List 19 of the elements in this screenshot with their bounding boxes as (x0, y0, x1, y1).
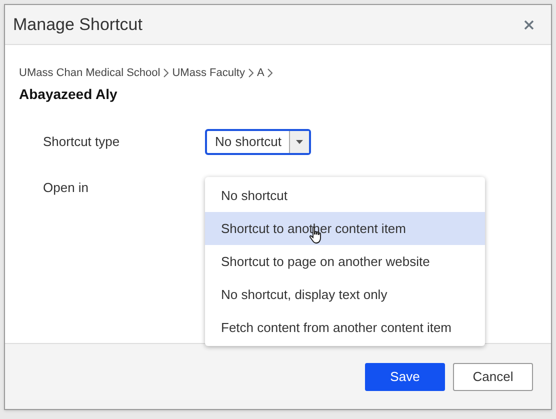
close-icon (524, 20, 534, 30)
dialog-title: Manage Shortcut (13, 14, 142, 36)
dropdown-option[interactable]: Fetch content from another content item (205, 311, 485, 344)
chevron-icon (163, 68, 170, 78)
item-title: Abayazeed Aly (19, 84, 118, 104)
dropdown-option[interactable]: No shortcut, display text only (205, 278, 485, 311)
breadcrumb-link[interactable]: UMass Chan Medical School (19, 65, 160, 82)
field-label: Shortcut type (43, 132, 121, 151)
field-label: Open in (43, 178, 90, 197)
breadcrumb-link[interactable]: UMass Faculty (172, 65, 245, 82)
breadcrumb-link[interactable]: A (256, 65, 264, 82)
save-button[interactable]: Save (365, 362, 445, 390)
caret-icon (296, 140, 304, 144)
dropdown-option[interactable]: No shortcut (205, 179, 485, 212)
chevron-icon (267, 68, 274, 78)
cancel-button[interactable]: Cancel (453, 362, 533, 390)
chevron-icon (248, 68, 254, 78)
dropdown-option[interactable]: Shortcut to page on another website (205, 245, 485, 278)
shortcut-type-select[interactable]: No shortcut (205, 128, 312, 154)
